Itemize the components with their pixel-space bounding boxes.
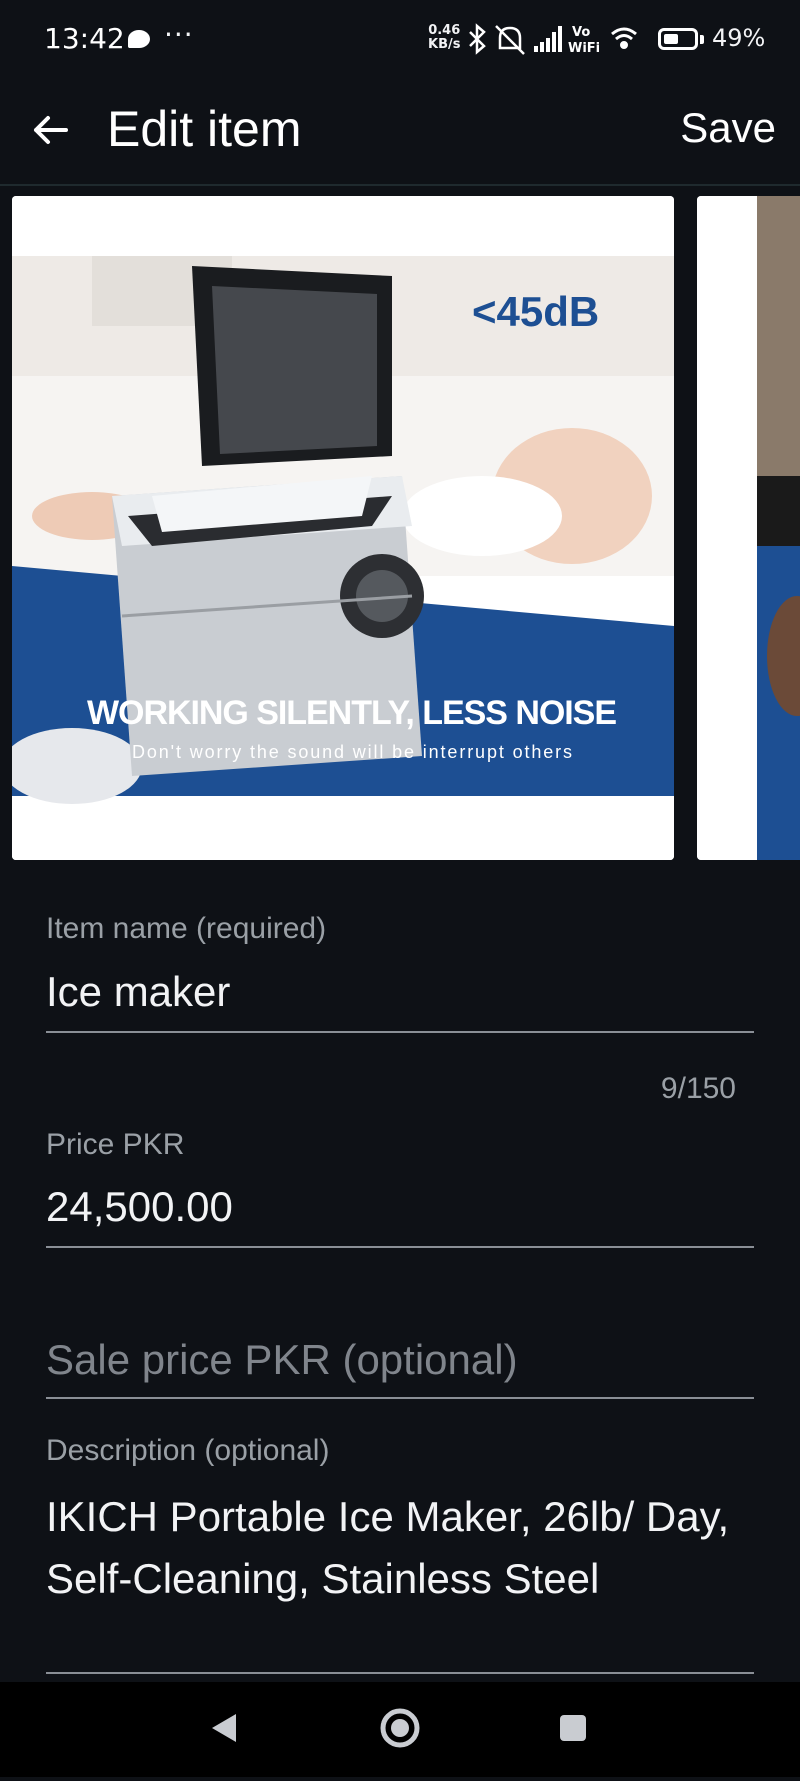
app-bar: Edit item Save (0, 80, 800, 186)
noise-badge: <45dB (472, 288, 599, 335)
description-underline (46, 1672, 754, 1674)
more-dots-icon: ··· (164, 18, 194, 51)
arrow-left-icon[interactable] (28, 108, 72, 152)
chat-bubble-icon (128, 30, 150, 48)
price-underline (46, 1246, 754, 1248)
network-speed-value: 0.46 (428, 23, 461, 38)
save-button[interactable]: Save (680, 104, 776, 152)
recents-square-icon[interactable] (560, 1715, 586, 1741)
photo-second[interactable] (697, 196, 800, 860)
vo-wifi-top: Vo (572, 25, 590, 40)
sale-price-input[interactable]: Sale price PKR (optional) (46, 1336, 518, 1384)
bluetooth-icon (469, 23, 486, 55)
item-name-counter: 9/150 (660, 1072, 736, 1105)
price-label: Price PKR (46, 1128, 185, 1161)
home-circle-icon[interactable] (380, 1708, 420, 1748)
vo-wifi-bottom: WiFi (568, 41, 600, 56)
photo-main[interactable]: <45dB WORKING SILENTLY, LESS NOISE Don't… (12, 196, 674, 860)
item-name-underline (46, 1031, 754, 1033)
signal-icon (534, 26, 562, 52)
photo-carousel[interactable]: <45dB WORKING SILENTLY, LESS NOISE Don't… (0, 196, 800, 860)
status-icons: Vo WiFi (469, 23, 637, 56)
network-speed-unit: KB/s (428, 37, 461, 52)
battery-icon (658, 28, 698, 50)
wifi-icon (611, 27, 637, 49)
battery-nub (700, 35, 704, 44)
description-input[interactable]: IKICH Portable Ice Maker, 26lb/ Day, Sel… (46, 1486, 746, 1610)
status-bar: 13:42 ··· 0.46 KB/s Vo WiFi 49% (0, 0, 800, 80)
mute-bell-icon (495, 25, 525, 55)
photo-subcaption: Don't worry the sound will be interrupt … (132, 742, 572, 762)
back-triangle-icon[interactable] (212, 1714, 236, 1742)
status-time: 13:42 (44, 22, 125, 55)
item-name-input[interactable]: Ice maker (46, 968, 230, 1016)
ice-maker-photo: <45dB WORKING SILENTLY, LESS NOISE Don't… (12, 196, 674, 860)
page-title: Edit item (107, 101, 302, 157)
nav-icons (212, 1708, 586, 1748)
item-name-label: Item name (required) (46, 912, 327, 945)
photo-caption: WORKING SILENTLY, LESS NOISE (87, 694, 617, 732)
battery-percent: 49% (712, 24, 766, 52)
sale-price-underline (46, 1397, 754, 1399)
battery-fill (664, 34, 678, 44)
network-speed: 0.46 KB/s (428, 24, 460, 52)
second-photo (697, 196, 800, 860)
description-label: Description (optional) (46, 1434, 330, 1467)
price-input[interactable]: 24,500.00 (46, 1183, 233, 1231)
system-nav-bar (0, 1682, 800, 1777)
